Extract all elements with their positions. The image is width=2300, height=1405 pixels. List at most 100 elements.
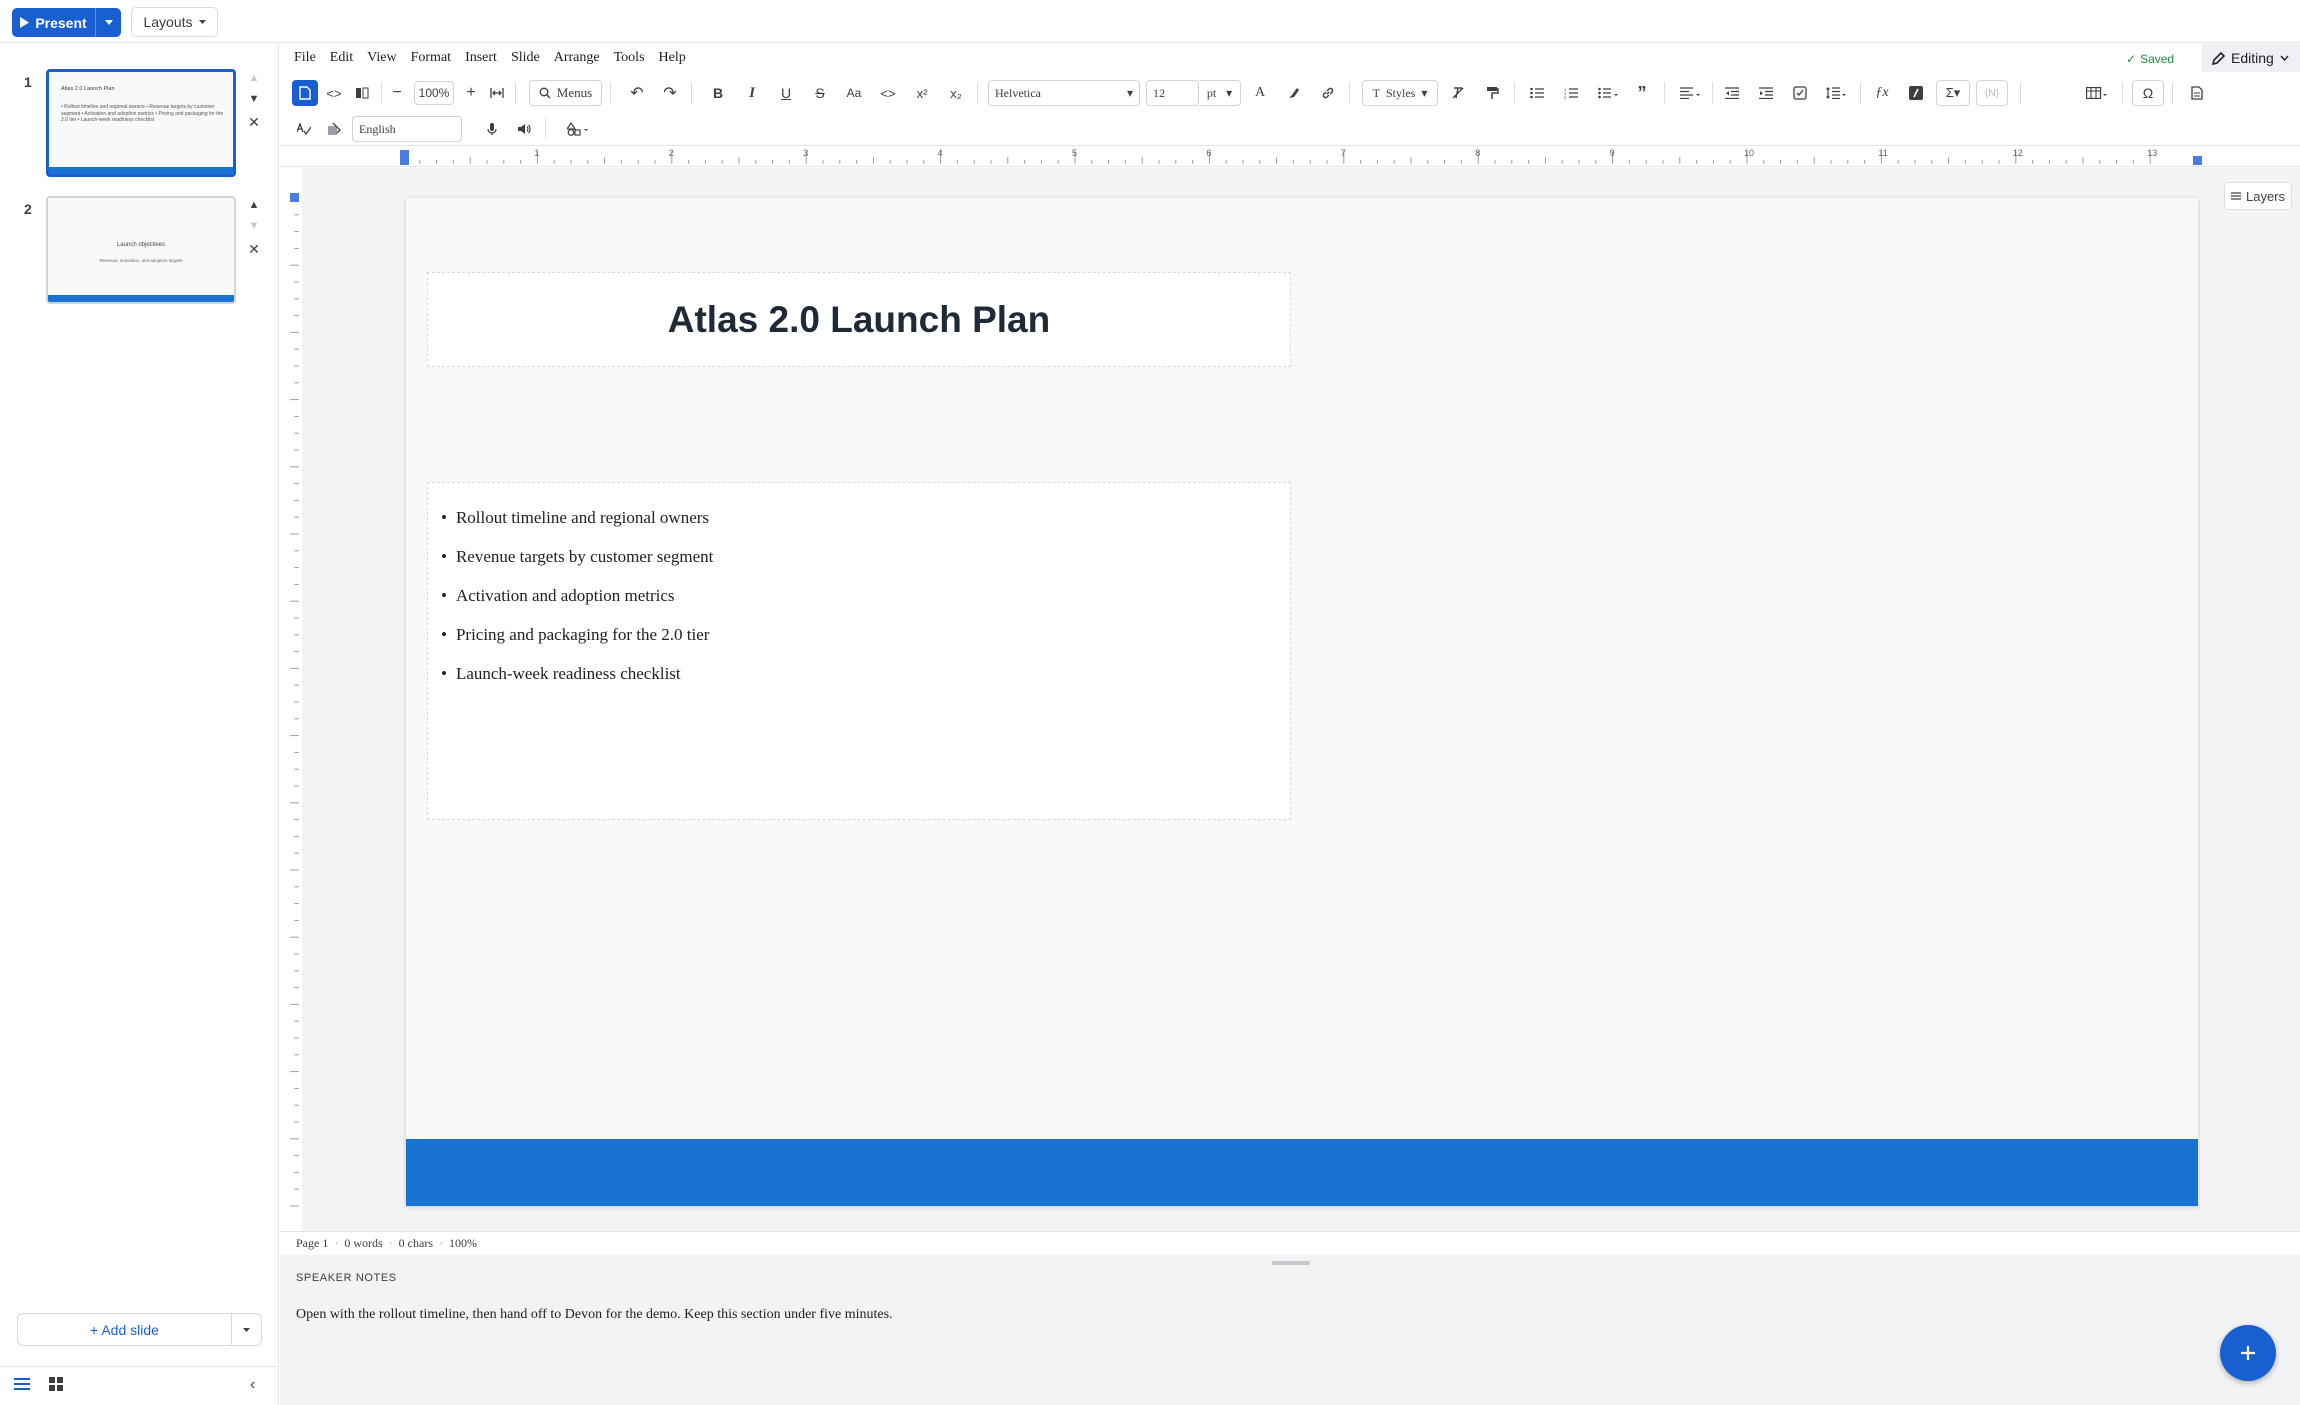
editing-mode-button[interactable]: Editing (2202, 44, 2300, 72)
text-case-icon[interactable]: Aa (842, 80, 866, 106)
inline-code-icon[interactable]: <> (876, 80, 900, 106)
checklist-icon[interactable] (1788, 80, 1812, 106)
menu-arrange[interactable]: Arrange (554, 50, 600, 66)
bullet-list-icon[interactable] (1525, 80, 1549, 106)
link-icon[interactable] (1316, 80, 1340, 106)
present-button[interactable]: Present (12, 8, 95, 37)
list-view-icon[interactable] (14, 1377, 30, 1391)
add-slide-options-button[interactable] (231, 1314, 261, 1345)
status-bar: Page 1 · 0 words · 0 chars · 100% (280, 1231, 2300, 1255)
ruler-label: 1 (534, 148, 539, 158)
move-down-icon[interactable]: ▼ (246, 220, 262, 232)
clear-formatting-icon[interactable] (1446, 80, 1470, 106)
language-input[interactable]: English (352, 116, 462, 142)
font-size-input[interactable]: 12 (1146, 80, 1199, 106)
move-down-icon[interactable]: ▼ (246, 93, 262, 105)
editing-label: Editing (2231, 50, 2274, 66)
move-up-icon[interactable]: ▲ (246, 199, 262, 211)
speaker-icon[interactable] (512, 116, 536, 142)
top-margin-handle[interactable] (290, 193, 299, 202)
bold-icon[interactable]: B (706, 80, 730, 106)
speaker-notes-text[interactable]: Open with the rollout timeline, then han… (296, 1307, 893, 1323)
font-unit-select[interactable]: pt ▾ (1199, 80, 1241, 106)
indent-icon[interactable] (1754, 80, 1778, 106)
grid-view-icon[interactable] (49, 1377, 63, 1391)
document-mode-icon[interactable] (292, 80, 318, 106)
divider (1514, 82, 1515, 104)
menu-file[interactable]: File (294, 50, 316, 66)
code-view-icon[interactable]: <> (322, 80, 346, 106)
numbered-list-icon[interactable]: 123 (1559, 80, 1583, 106)
delete-slide-icon[interactable]: ✕ (246, 241, 262, 258)
add-slide-button[interactable]: + Add slide (18, 1322, 231, 1338)
caret-down-icon (243, 1327, 250, 1332)
menu-format[interactable]: Format (411, 50, 451, 66)
align-left-icon[interactable] (1675, 80, 1705, 106)
page-setup-icon[interactable] (2185, 80, 2209, 106)
slide-thumbnail-2[interactable]: Launch objectives Revenue, activation, a… (46, 196, 236, 304)
underline-icon[interactable]: U (774, 80, 798, 106)
zoom-out-icon[interactable]: − (386, 80, 408, 106)
slide-body-textbox[interactable]: • Rollout timeline and regional owners • R… (427, 482, 1291, 820)
function-icon[interactable]: ƒx (1870, 80, 1894, 106)
collapse-panel-icon[interactable]: ‹ (250, 1376, 255, 1394)
menus-button[interactable]: Menus (529, 80, 602, 106)
search-icon (539, 87, 551, 99)
spellcheck-icon[interactable] (292, 116, 316, 142)
layers-button[interactable]: Layers (2224, 182, 2292, 210)
sum-icon[interactable]: Σ▾ (1936, 80, 1970, 106)
split-view-icon[interactable] (350, 80, 374, 106)
microphone-icon[interactable] (480, 116, 504, 142)
undo-icon[interactable]: ↶ (625, 80, 649, 106)
fit-width-icon[interactable] (485, 80, 509, 106)
slide-thumbnail-1[interactable]: Atlas 2.0 Launch Plan • Rollout timeline… (46, 69, 236, 177)
outdent-icon[interactable] (1720, 80, 1744, 106)
styles-select[interactable]: T Styles ▾ (1362, 80, 1438, 106)
svg-text:3: 3 (1564, 95, 1567, 99)
language-tool-icon[interactable] (322, 116, 346, 142)
left-margin-handle[interactable] (400, 150, 409, 165)
redo-icon[interactable]: ↷ (658, 80, 682, 106)
text-color-icon[interactable]: A (1248, 80, 1272, 106)
unit-value: pt (1206, 85, 1217, 100)
divider (691, 82, 692, 104)
delete-slide-icon[interactable]: ✕ (246, 114, 262, 131)
play-icon (20, 17, 30, 28)
menu-help[interactable]: Help (659, 50, 686, 66)
menu-tools[interactable]: Tools (614, 50, 645, 66)
blockquote-icon[interactable]: ” (1630, 80, 1654, 106)
menu-edit[interactable]: Edit (330, 50, 353, 66)
equation-number-icon[interactable]: (N) (1976, 80, 2008, 106)
move-up-icon[interactable]: ▲ (246, 72, 262, 84)
special-characters-icon[interactable]: Ω (2132, 80, 2164, 106)
menu-insert[interactable]: Insert (465, 50, 497, 66)
italic-icon[interactable]: I (740, 80, 764, 106)
layouts-button[interactable]: Layouts (131, 7, 218, 37)
zoom-in-icon[interactable]: + (460, 80, 482, 106)
formula-icon[interactable] (1904, 80, 1928, 106)
resize-handle[interactable] (1272, 1261, 1310, 1265)
slide-title[interactable]: Atlas 2.0 Launch Plan (427, 272, 1291, 367)
superscript-icon[interactable]: x² (910, 80, 934, 106)
divider (2020, 82, 2021, 104)
line-spacing-icon[interactable] (1821, 80, 1851, 106)
subscript-icon[interactable]: x₂ (944, 80, 968, 106)
right-margin-handle[interactable] (2193, 156, 2202, 165)
styles-label: Styles (1385, 85, 1416, 100)
menu-slide[interactable]: Slide (511, 50, 540, 66)
menu-view[interactable]: View (367, 50, 396, 66)
shapes-icon[interactable] (563, 116, 593, 142)
add-fab-button[interactable] (2220, 1325, 2276, 1381)
zoom-indicator: 100% (449, 1236, 477, 1250)
paint-format-icon[interactable] (1480, 80, 1504, 106)
divider (1349, 82, 1350, 104)
strikethrough-icon[interactable]: S (808, 80, 832, 106)
list-style-icon[interactable] (1593, 80, 1623, 106)
thumbnail-subtitle: Revenue, activation, and adoption target… (99, 258, 183, 263)
table-icon[interactable] (2080, 80, 2114, 106)
zoom-input[interactable]: 100% (414, 81, 454, 105)
highlight-icon[interactable] (1282, 80, 1306, 106)
font-family-select[interactable]: Helvetica ▾ (988, 80, 1140, 106)
present-options-button[interactable] (95, 8, 121, 37)
divider (2122, 82, 2123, 104)
